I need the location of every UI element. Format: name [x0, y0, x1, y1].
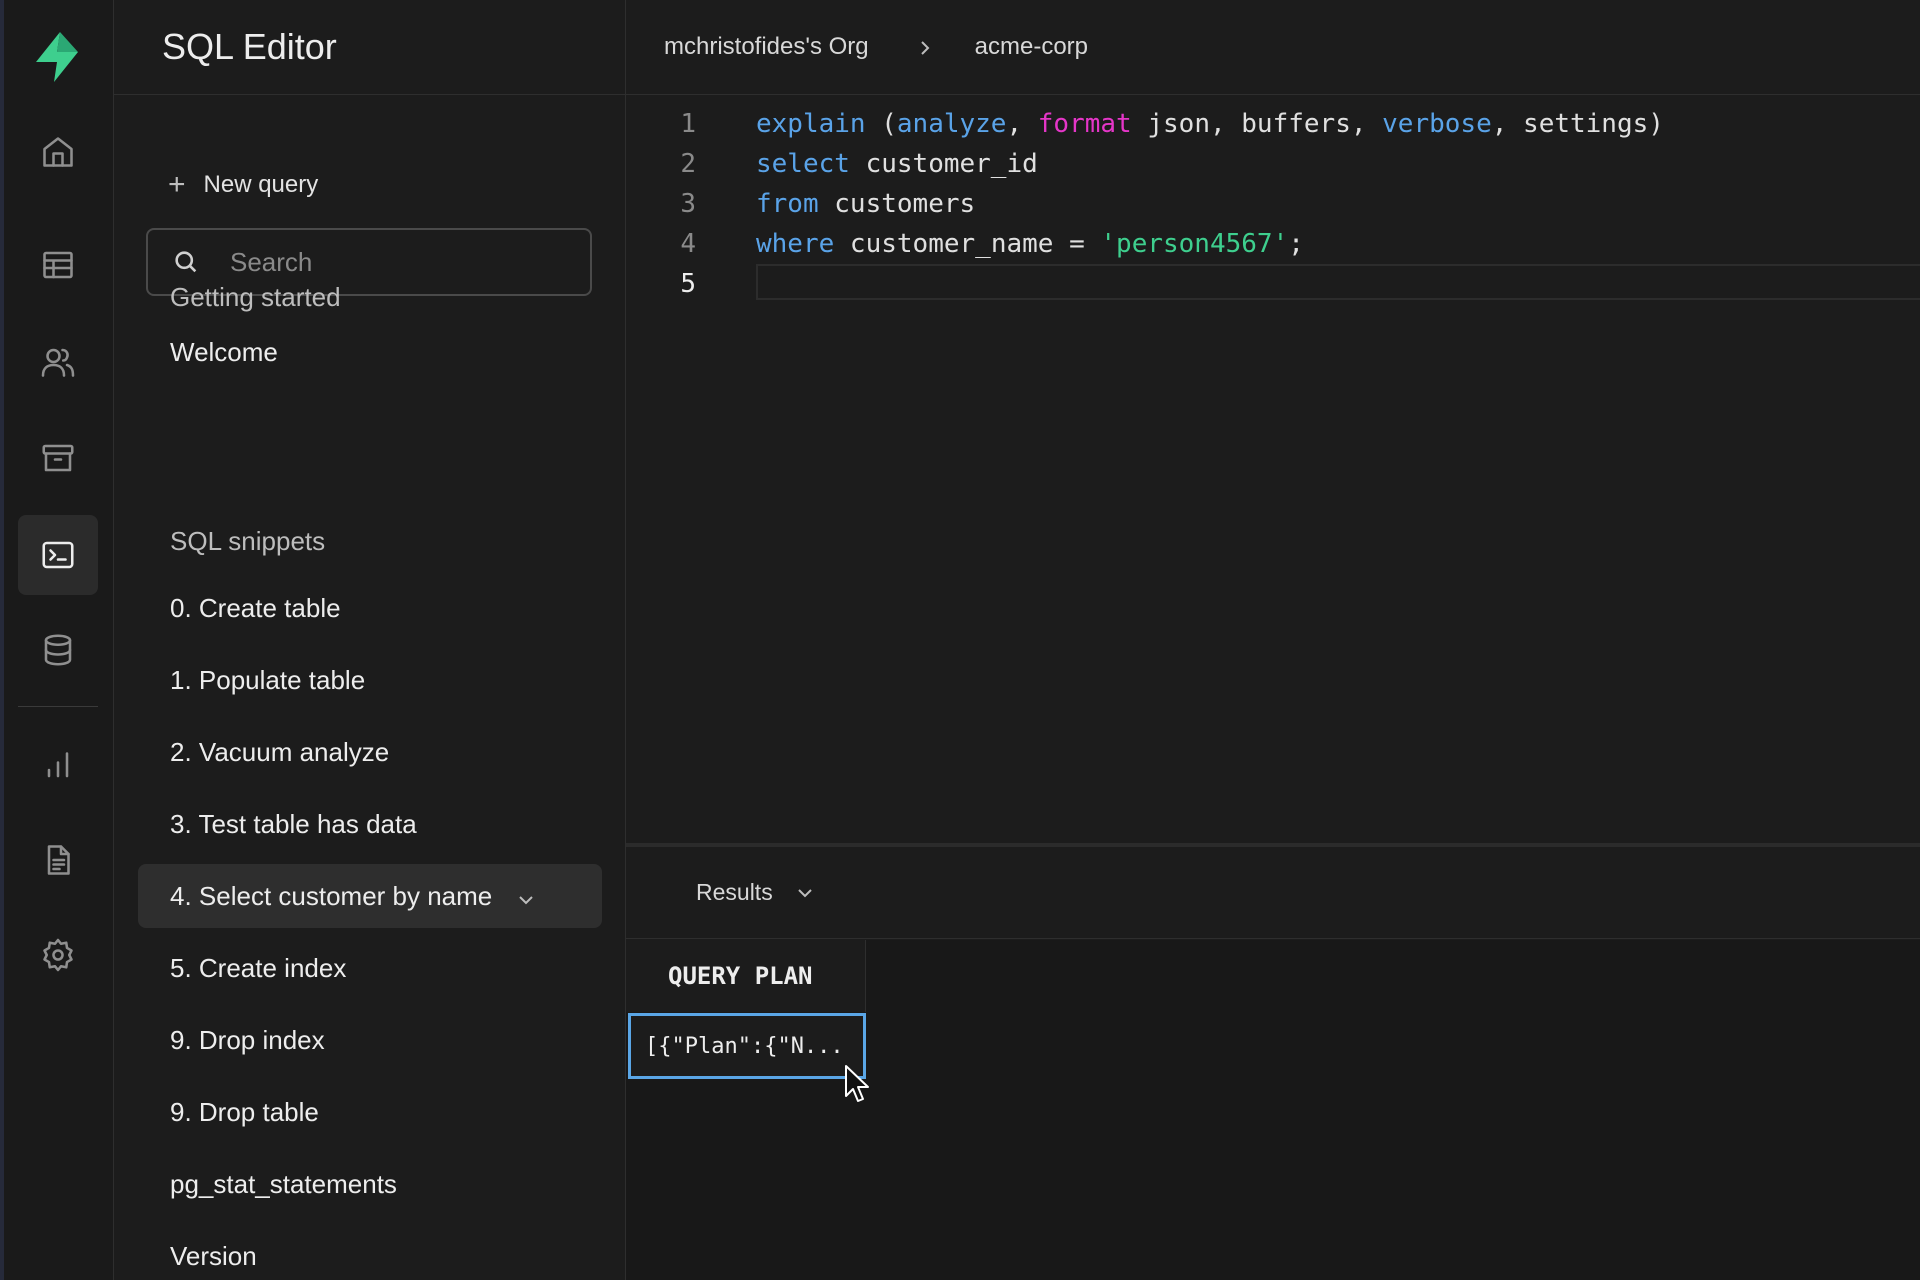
keyword: from [756, 189, 819, 219]
breadcrumb-project[interactable]: acme-corp [975, 33, 1088, 61]
code-line: 4 where customer_name = 'person4567'; [626, 224, 1920, 264]
code-line: 1 explain (analyze, format json, buffers… [626, 104, 1920, 144]
code-line: 5 [626, 264, 1920, 304]
sidebar-item-welcome[interactable]: Welcome [138, 320, 602, 384]
icon-rail [0, 0, 114, 1280]
mouse-cursor-icon [845, 1065, 869, 1102]
search-icon [175, 251, 197, 273]
code-text: explain (analyze, format json, buffers, … [756, 109, 1664, 139]
snippet-item[interactable]: 5. Create index [138, 936, 602, 1000]
code-plain: json, buffers, [1131, 109, 1383, 139]
snippet-item[interactable]: 9. Drop index [138, 1008, 602, 1072]
code-line: 2 select customer_id [626, 144, 1920, 184]
line-number: 4 [680, 229, 696, 259]
code-plain: ; [1288, 229, 1304, 259]
column-header[interactable]: QUERY PLAN [626, 940, 866, 1012]
sidebar-header: SQL Editor [114, 0, 625, 95]
keyword: explain [756, 109, 866, 139]
line-number: 2 [680, 149, 696, 179]
code-plain: , settings) [1491, 109, 1664, 139]
code-text: from customers [756, 189, 975, 219]
section-sql-snippets: SQL snippets [170, 526, 326, 556]
result-cell-selected[interactable]: [{"Plan":{"N... [628, 1013, 866, 1079]
new-query-label: New query [203, 171, 319, 198]
code-text: where customer_name = 'person4567'; [756, 229, 1304, 259]
code-plain: ( [865, 109, 897, 139]
database-icon[interactable] [18, 610, 98, 690]
code-plain: customers [818, 189, 976, 219]
keyword: format [1037, 109, 1132, 139]
docs-icon[interactable] [18, 820, 98, 900]
keyword: select [756, 149, 850, 179]
code-plain: , [1006, 109, 1038, 139]
keyword: verbose [1382, 109, 1492, 139]
snippet-label: 4. Select customer by name [170, 880, 493, 911]
code-plain: customer_id [849, 149, 1038, 179]
snippet-item[interactable]: 1. Populate table [138, 648, 602, 712]
users-icon[interactable] [18, 322, 98, 402]
string-literal: 'person4567' [1100, 229, 1289, 259]
snippet-item[interactable]: 0. Create table [138, 576, 602, 640]
code-text: select customer_id [756, 149, 1038, 179]
home-icon[interactable] [18, 112, 98, 192]
keyword: where [756, 229, 835, 259]
code-plain: customer_name = [834, 229, 1101, 259]
table-editor-icon[interactable] [18, 225, 98, 305]
search-input[interactable] [230, 246, 570, 278]
chevron-down-icon[interactable] [516, 886, 536, 906]
keyword: analyze [896, 109, 1007, 139]
chevron-down-icon[interactable] [795, 883, 815, 903]
supabase-logo-icon[interactable] [30, 30, 84, 84]
breadcrumb: mchristofides's Org acme-corp [626, 0, 1920, 95]
page-title: SQL Editor [162, 26, 337, 67]
line-number: 1 [680, 109, 696, 139]
plus-icon: + [168, 168, 186, 201]
rail-divider [18, 706, 98, 707]
sql-editor-icon[interactable] [18, 515, 98, 595]
breadcrumb-org[interactable]: mchristofides's Org [664, 33, 869, 61]
results-tab[interactable]: Results [696, 879, 773, 906]
results-toolbar: Results [626, 847, 1920, 939]
storage-icon[interactable] [18, 418, 98, 498]
settings-icon[interactable] [18, 915, 98, 995]
snippet-item[interactable]: Version [138, 1224, 602, 1280]
code-editor[interactable]: 1 explain (analyze, format json, buffers… [626, 96, 1920, 844]
snippet-item[interactable]: 3. Test table has data [138, 792, 602, 856]
snippet-item[interactable]: pg_stat_statements [138, 1152, 602, 1216]
section-getting-started: Getting started [170, 282, 341, 312]
snippet-item[interactable]: 2. Vacuum analyze [138, 720, 602, 784]
line-number: 5 [680, 269, 696, 299]
snippet-item[interactable]: 9. Drop table [138, 1080, 602, 1144]
new-query-button[interactable]: + New query [168, 170, 318, 200]
line-number: 3 [680, 189, 696, 219]
sql-sidebar: SQL Editor + New query Getting started W… [114, 0, 626, 1280]
reports-icon[interactable] [18, 724, 98, 804]
chevron-right-icon [915, 37, 935, 57]
snippet-item-active[interactable]: 4. Select customer by name [138, 864, 602, 928]
code-line: 3 from customers [626, 184, 1920, 224]
